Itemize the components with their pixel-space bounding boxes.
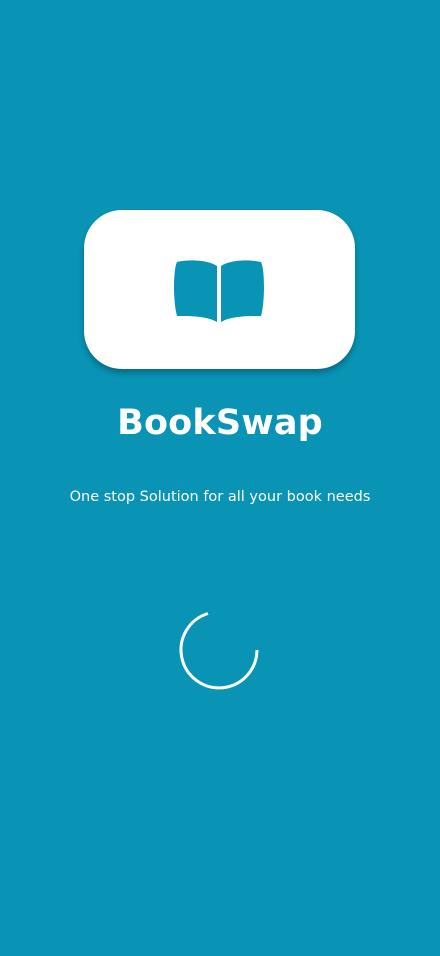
loading-spinner-icon bbox=[179, 612, 259, 690]
splash-screen: BookSwap One stop Solution for all your … bbox=[0, 0, 440, 956]
app-title: BookSwap bbox=[117, 403, 323, 443]
open-book-icon bbox=[174, 260, 264, 322]
app-tagline: One stop Solution for all your book need… bbox=[69, 489, 371, 505]
